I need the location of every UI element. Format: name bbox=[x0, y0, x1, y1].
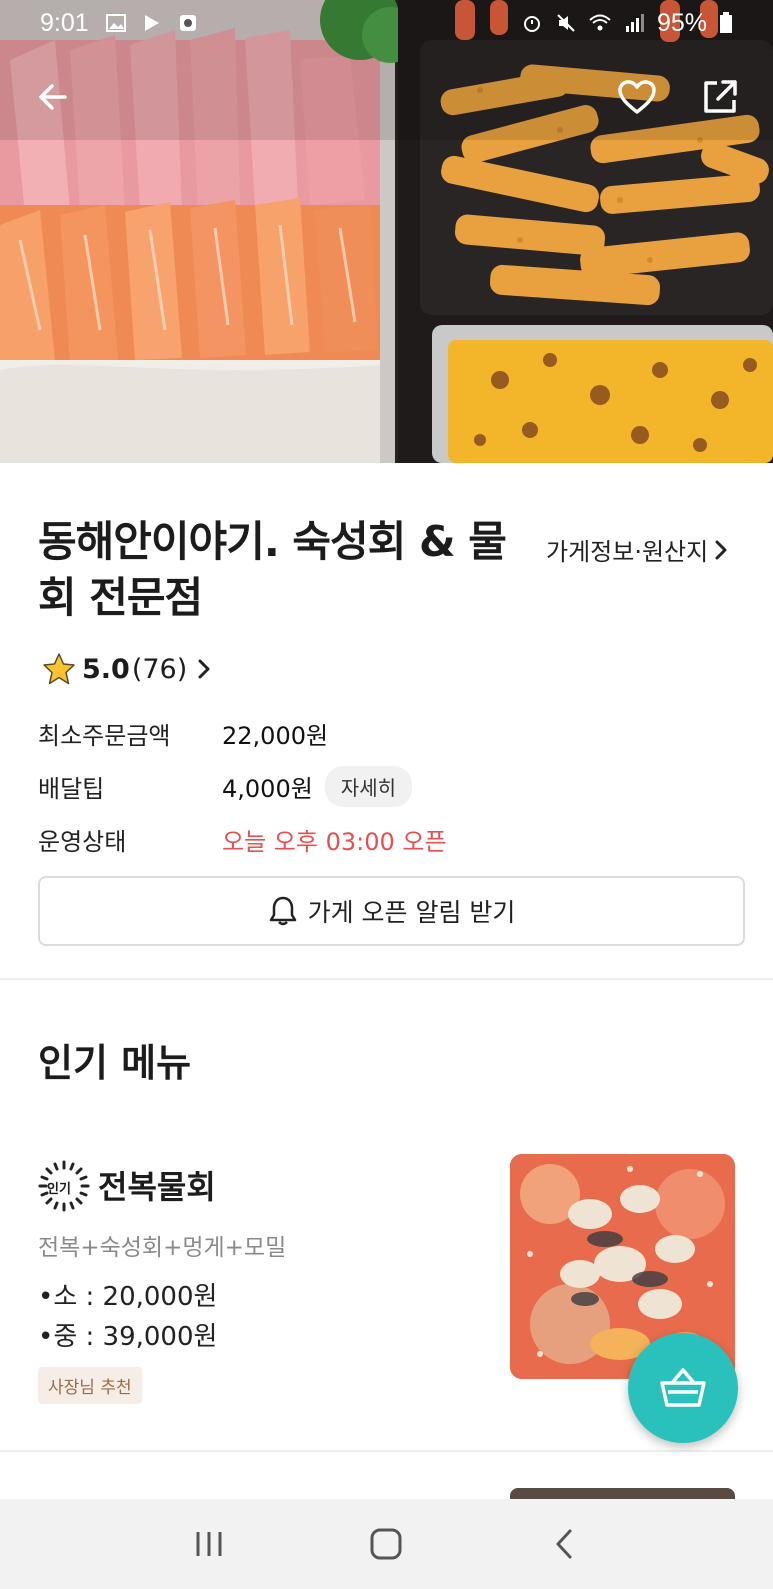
nav-back-icon bbox=[556, 1529, 572, 1559]
menu-item-price-medium: •중 : 39,000원 bbox=[38, 1322, 218, 1352]
system-navigation-bar bbox=[0, 1499, 773, 1589]
menu-item-description: 전복+숙성회+멍게+모밀 bbox=[38, 1235, 287, 1261]
wifi-icon bbox=[589, 14, 611, 31]
section-divider bbox=[0, 978, 773, 980]
operation-status-label: 운영상태 bbox=[38, 828, 127, 856]
min-order-value: 22,000원 bbox=[222, 722, 329, 750]
mute-icon bbox=[557, 14, 575, 32]
delivery-tip-row: 배달팁 4,000원 자세히 bbox=[38, 766, 412, 807]
heart-icon bbox=[618, 80, 656, 114]
battery-icon bbox=[720, 12, 732, 33]
min-order-row: 최소주문금액 22,000원 bbox=[38, 716, 328, 751]
store-info-label: 가게정보·원산지 bbox=[546, 538, 709, 566]
notification-icons bbox=[105, 12, 199, 34]
menu-item-name: 전복물회 bbox=[98, 1168, 216, 1206]
popular-menu-title: 인기 메뉴 bbox=[38, 1041, 192, 1085]
popular-badge-label: 인기 bbox=[47, 1182, 71, 1197]
back-arrow-icon bbox=[39, 84, 67, 110]
delivery-tip-label: 배달팁 bbox=[38, 775, 105, 803]
home-icon bbox=[370, 1528, 402, 1560]
delivery-tip-value: 4,000원 bbox=[222, 775, 313, 803]
owner-recommend-tag: 사장님 추천 bbox=[38, 1367, 142, 1404]
system-icons: 95% bbox=[521, 9, 733, 38]
open-notification-button[interactable]: 가게 오픈 알림 받기 bbox=[38, 876, 745, 946]
menu-item-price-small: •소 : 20,000원 bbox=[38, 1282, 218, 1312]
cart-button[interactable] bbox=[628, 1333, 738, 1443]
star-icon bbox=[43, 653, 75, 685]
play-store-icon bbox=[144, 15, 159, 31]
battery-level: 95% bbox=[656, 8, 707, 37]
operation-status-row: 운영상태 오늘 오후 03:00 오픈 bbox=[38, 822, 447, 857]
media-icon bbox=[179, 15, 196, 31]
menu-divider bbox=[0, 1450, 773, 1452]
alarm-icon bbox=[523, 16, 540, 32]
home-button[interactable] bbox=[356, 1514, 416, 1574]
open-notification-label: 가게 오픈 알림 받기 bbox=[307, 898, 516, 927]
store-name: 동해안이야기. 숙성회 & 물회 전문점 bbox=[38, 517, 507, 622]
chevron-right-icon bbox=[198, 659, 210, 679]
operation-status-value: 오늘 오후 03:00 오픈 bbox=[222, 828, 447, 856]
signal-icon bbox=[625, 14, 644, 32]
bell-icon bbox=[269, 896, 296, 926]
nav-back-button[interactable] bbox=[534, 1514, 594, 1574]
delivery-tip-detail-button[interactable]: 자세히 bbox=[324, 766, 412, 807]
rating-score: 5.0 bbox=[82, 653, 130, 685]
share-icon bbox=[704, 80, 737, 113]
rating-count: (76) bbox=[131, 653, 188, 685]
status-bar: 9:01 95% bbox=[0, 0, 773, 46]
status-time: 9:01 bbox=[40, 8, 89, 37]
basket-icon bbox=[660, 1368, 706, 1407]
recents-icon bbox=[196, 1532, 222, 1556]
favorite-button[interactable] bbox=[612, 72, 662, 122]
recents-button[interactable] bbox=[179, 1514, 239, 1574]
chevron-right-icon bbox=[715, 540, 727, 559]
gallery-icon bbox=[105, 14, 126, 32]
share-button[interactable] bbox=[695, 72, 745, 122]
min-order-label: 최소주문금액 bbox=[38, 722, 171, 750]
store-info-link[interactable]: 가게정보·원산지 bbox=[546, 532, 728, 567]
hero-image bbox=[0, 0, 773, 463]
back-button[interactable] bbox=[28, 72, 78, 122]
rating-link[interactable]: 5.0 (76) bbox=[42, 652, 211, 686]
